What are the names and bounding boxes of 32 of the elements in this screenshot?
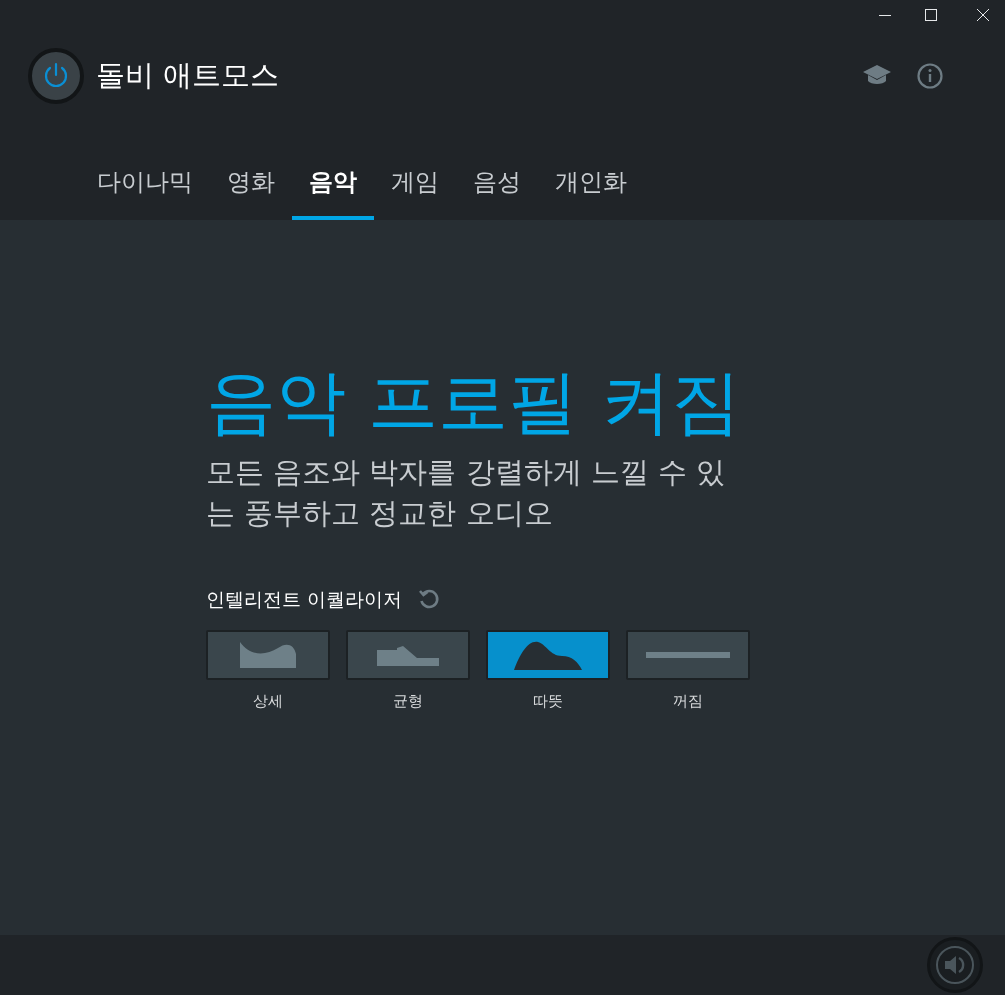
power-icon (43, 62, 69, 90)
tab[interactable]: 음성 (456, 162, 538, 220)
speaker-icon (935, 945, 975, 985)
volume-button[interactable] (927, 937, 983, 993)
preset-label: 상세 (253, 690, 283, 712)
equalizer-preset[interactable] (626, 629, 750, 680)
tab[interactable]: 다이나믹 (80, 162, 210, 220)
profile-heading: 음악 프로필 켜짐 (206, 360, 742, 444)
tab[interactable]: 음악 (292, 162, 374, 220)
graduation-cap-icon[interactable] (863, 65, 891, 87)
profile-description: 모든 음조와 박자를 강렬하게 느낄 수 있는 풍부하고 정교한 오디오 (206, 454, 727, 532)
curve-icon (514, 639, 582, 670)
tab[interactable]: 게임 (374, 162, 456, 220)
tab[interactable]: 개인화 (538, 162, 644, 220)
power-button[interactable] (28, 48, 84, 104)
curve-icon (646, 651, 730, 658)
equalizer-preset[interactable] (206, 629, 330, 680)
preset-label: 따뜻 (533, 690, 563, 712)
tab[interactable]: 영화 (210, 162, 292, 220)
app-title: 돌비 애트모스 (96, 57, 280, 95)
equalizer-preset[interactable] (346, 629, 470, 680)
preset-label: 꺼짐 (673, 690, 703, 712)
reset-icon[interactable] (418, 588, 441, 611)
close-icon[interactable] (977, 9, 989, 21)
maximize-icon[interactable] (925, 9, 937, 21)
curve-icon (377, 643, 439, 666)
info-icon[interactable] (917, 63, 943, 89)
equalizer-preset[interactable] (486, 629, 610, 680)
curve-icon (240, 641, 296, 668)
minimize-icon[interactable] (879, 15, 891, 17)
equalizer-label: 인텔리전트 이퀄라이저 (206, 587, 403, 613)
preset-label: 균형 (393, 690, 423, 712)
